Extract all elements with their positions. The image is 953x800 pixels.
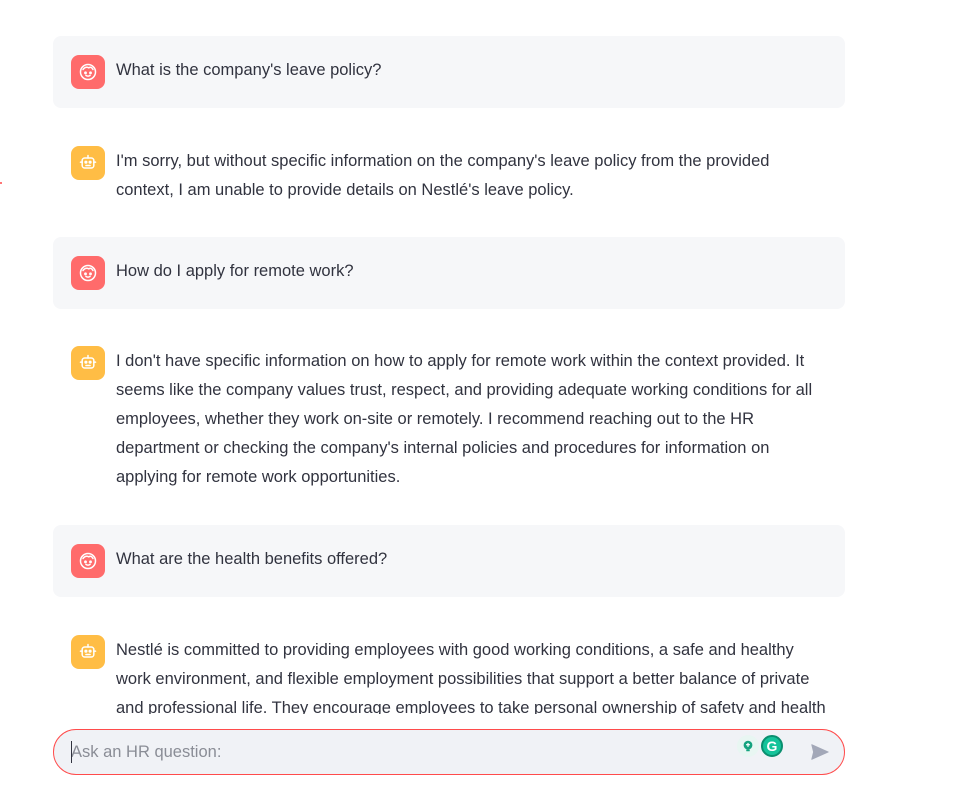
chat-message-user: What are the health benefits offered?: [53, 525, 845, 597]
chat-input-container[interactable]: G: [53, 729, 845, 775]
user-face-icon: [71, 55, 105, 89]
chat-message-user: How do I apply for remote work?: [53, 237, 845, 309]
message-text: How do I apply for remote work?: [116, 262, 354, 280]
robot-icon: [71, 146, 105, 180]
chat-page: What is the company's leave policy? I'm …: [0, 0, 953, 800]
text-caret: [71, 741, 72, 763]
message-text: I don't have specific information on how…: [116, 352, 813, 486]
robot-icon: [71, 635, 105, 669]
lightbulb-icon[interactable]: [737, 735, 759, 757]
chat-message-assistant: I don't have specific information on how…: [53, 327, 845, 507]
chat-message-assistant: Nestlé is committed to providing employe…: [53, 616, 845, 714]
message-text: I'm sorry, but without specific informat…: [116, 152, 770, 199]
focus-marker: [0, 182, 2, 184]
user-face-icon: [71, 544, 105, 578]
message-text: What are the health benefits offered?: [116, 550, 388, 568]
user-face-icon: [71, 256, 105, 290]
message-text: What is the company's leave policy?: [116, 61, 382, 79]
chat-message-user: What is the company's leave policy?: [53, 36, 845, 108]
chat-input[interactable]: [71, 730, 721, 774]
chat-history[interactable]: What is the company's leave policy? I'm …: [53, 0, 845, 714]
message-text: Nestlé is committed to providing employe…: [116, 641, 826, 714]
grammarly-icon[interactable]: G: [761, 735, 783, 757]
robot-icon: [71, 346, 105, 380]
extension-icons: G: [737, 735, 783, 757]
send-button[interactable]: [807, 740, 833, 764]
send-arrow-icon: [811, 744, 829, 760]
chat-message-assistant: I'm sorry, but without specific informat…: [53, 127, 845, 219]
